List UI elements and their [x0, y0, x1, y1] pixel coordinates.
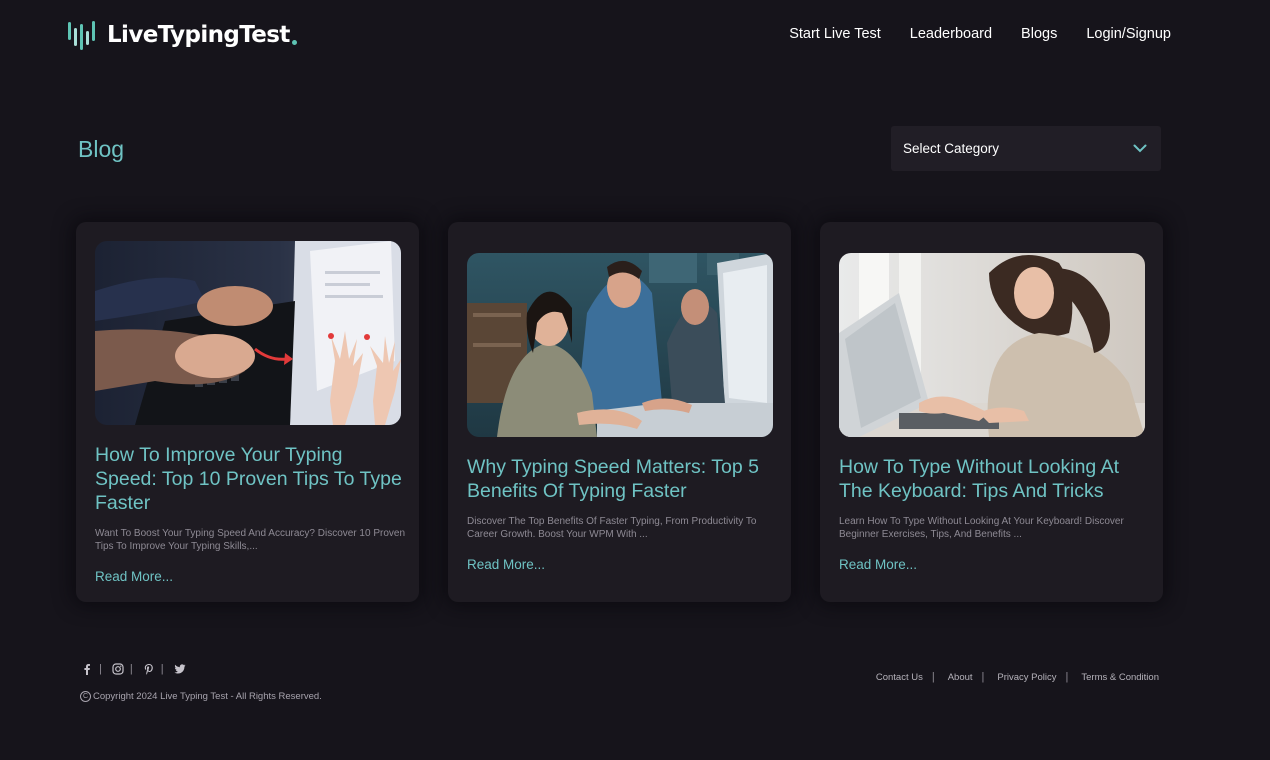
footer-links: Contact Us | About | Privacy Policy | Te… — [876, 671, 1159, 683]
woman-laptop-image — [839, 253, 1145, 437]
read-more-link[interactable]: Read More... — [839, 557, 917, 572]
read-more-link[interactable]: Read More... — [95, 569, 173, 584]
main-nav: Start Live Test Leaderboard Blogs Login/… — [789, 26, 1171, 42]
footer-link-contact[interactable]: Contact Us — [876, 672, 923, 683]
facebook-icon[interactable] — [80, 662, 94, 676]
footer-link-privacy[interactable]: Privacy Policy — [997, 672, 1056, 683]
site-logo[interactable]: LiveTypingTest — [68, 16, 297, 54]
footer-link-terms[interactable]: Terms & Condition — [1081, 672, 1159, 683]
instagram-icon[interactable] — [111, 662, 125, 676]
logo-bars-icon — [68, 21, 95, 50]
blog-card-excerpt: Discover The Top Benefits Of Faster Typi… — [467, 516, 757, 540]
blog-card: How To Type Without Looking At The Keybo… — [820, 222, 1163, 602]
footer-separator: | — [1065, 671, 1069, 683]
nav-login-signup[interactable]: Login/Signup — [1086, 26, 1171, 42]
pinterest-icon[interactable] — [142, 662, 156, 676]
typing-hands-image — [95, 241, 401, 425]
footer-separator: | — [981, 671, 985, 683]
nav-start-live-test[interactable]: Start Live Test — [789, 26, 881, 42]
blog-card-title[interactable]: How To Type Without Looking At The Keybo… — [839, 455, 1149, 503]
footer-link-about[interactable]: About — [948, 672, 973, 683]
blog-card-image[interactable] — [95, 241, 401, 425]
blog-card: Why Typing Speed Matters: Top 5 Benefits… — [448, 222, 791, 602]
footer-separator: | — [931, 671, 935, 683]
copyright-text: Copyright 2024 Live Typing Test - All Ri… — [93, 691, 322, 702]
social-separator: | — [160, 663, 164, 675]
blog-card-excerpt: Want To Boost Your Typing Speed And Accu… — [95, 528, 406, 552]
blog-card-image[interactable] — [839, 253, 1145, 437]
logo-text: LiveTypingTest — [107, 22, 290, 48]
site-header: LiveTypingTest Start Live Test Leaderboa… — [0, 0, 1270, 72]
copyright: C Copyright 2024 Live Typing Test - All … — [80, 691, 322, 702]
twitter-icon[interactable] — [173, 662, 187, 676]
blog-card-title[interactable]: Why Typing Speed Matters: Top 5 Benefits… — [467, 455, 777, 503]
blog-card-title[interactable]: How To Improve Your Typing Speed: Top 10… — [95, 443, 405, 515]
category-select-value: Select Category — [903, 141, 1000, 156]
category-select[interactable]: Select Category — [891, 126, 1161, 171]
social-links: | | | — [80, 662, 187, 676]
read-more-link[interactable]: Read More... — [467, 557, 545, 572]
blog-card: How To Improve Your Typing Speed: Top 10… — [76, 222, 419, 602]
nav-blogs[interactable]: Blogs — [1021, 26, 1057, 42]
chevron-down-icon — [1133, 144, 1147, 153]
blog-card-image[interactable] — [467, 253, 773, 437]
social-separator: | — [129, 663, 133, 675]
blog-card-excerpt: Learn How To Type Without Looking At You… — [839, 516, 1124, 540]
copyright-icon: C — [80, 691, 91, 702]
logo-dot — [291, 39, 297, 45]
nav-leaderboard[interactable]: Leaderboard — [910, 26, 992, 42]
office-typing-image — [467, 253, 773, 437]
page-title: Blog — [78, 136, 125, 162]
social-separator: | — [99, 663, 102, 675]
